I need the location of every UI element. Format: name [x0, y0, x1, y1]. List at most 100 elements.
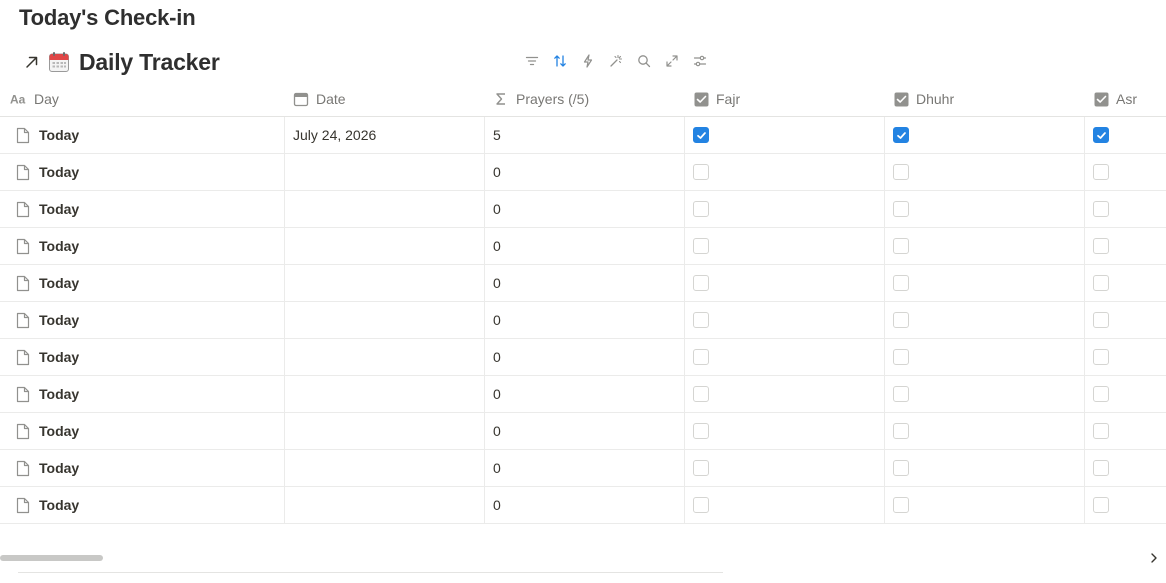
- table-row[interactable]: Today 0: [0, 487, 1166, 524]
- day-title[interactable]: Today: [39, 275, 79, 291]
- day-title[interactable]: Today: [39, 312, 79, 328]
- dhuhr-checkbox[interactable]: [893, 127, 909, 143]
- cell-day[interactable]: Today: [0, 191, 284, 227]
- asr-checkbox[interactable]: [1093, 238, 1109, 254]
- fajr-checkbox[interactable]: [693, 275, 709, 291]
- cell-day[interactable]: Today: [0, 487, 284, 523]
- horizontal-scrollbar[interactable]: [0, 555, 103, 561]
- asr-checkbox[interactable]: [1093, 497, 1109, 513]
- asr-checkbox[interactable]: [1093, 312, 1109, 328]
- cell-prayers: 0: [484, 339, 684, 375]
- table-row[interactable]: Today 0: [0, 191, 1166, 228]
- dhuhr-checkbox[interactable]: [893, 238, 909, 254]
- table-row[interactable]: Today July 24, 2026 5: [0, 117, 1166, 154]
- asr-checkbox[interactable]: [1093, 201, 1109, 217]
- table-row[interactable]: Today 0: [0, 265, 1166, 302]
- table-row[interactable]: Today 0: [0, 376, 1166, 413]
- date-value: July 24, 2026: [293, 127, 377, 143]
- column-header-fajr[interactable]: Fajr: [684, 82, 884, 116]
- cell-date[interactable]: [284, 228, 484, 264]
- fajr-checkbox[interactable]: [693, 423, 709, 439]
- cell-date[interactable]: [284, 154, 484, 190]
- fajr-checkbox[interactable]: [693, 201, 709, 217]
- day-title[interactable]: Today: [39, 164, 79, 180]
- table-row[interactable]: Today 0: [0, 413, 1166, 450]
- chevron-right-icon[interactable]: [1148, 551, 1160, 565]
- table-row[interactable]: Today 0: [0, 154, 1166, 191]
- dhuhr-checkbox[interactable]: [893, 275, 909, 291]
- dhuhr-checkbox[interactable]: [893, 386, 909, 402]
- filter-icon[interactable]: [518, 50, 546, 72]
- day-title[interactable]: Today: [39, 497, 79, 513]
- cell-date[interactable]: [284, 376, 484, 412]
- dhuhr-checkbox[interactable]: [893, 349, 909, 365]
- magic-wand-icon[interactable]: [602, 50, 630, 72]
- expand-icon[interactable]: [658, 50, 686, 72]
- day-title[interactable]: Today: [39, 386, 79, 402]
- cell-day[interactable]: Today: [0, 339, 284, 375]
- column-header-day[interactable]: Aa Day: [0, 82, 284, 116]
- cell-day[interactable]: Today: [0, 117, 284, 153]
- dhuhr-checkbox[interactable]: [893, 201, 909, 217]
- settings-sliders-icon[interactable]: [686, 50, 714, 72]
- fajr-checkbox[interactable]: [693, 386, 709, 402]
- cell-day[interactable]: Today: [0, 228, 284, 264]
- cell-date[interactable]: July 24, 2026: [284, 117, 484, 153]
- table-row[interactable]: Today 0: [0, 302, 1166, 339]
- fajr-checkbox[interactable]: [693, 349, 709, 365]
- day-title[interactable]: Today: [39, 127, 79, 143]
- column-header-asr[interactable]: Asr: [1084, 82, 1166, 116]
- cell-dhuhr: [884, 487, 1084, 523]
- automation-bolt-icon[interactable]: [574, 50, 602, 72]
- fajr-checkbox[interactable]: [693, 497, 709, 513]
- column-header-prayers[interactable]: Prayers (/5): [484, 82, 684, 116]
- asr-checkbox[interactable]: [1093, 386, 1109, 402]
- fajr-checkbox[interactable]: [693, 127, 709, 143]
- search-icon[interactable]: [630, 50, 658, 72]
- cell-date[interactable]: [284, 487, 484, 523]
- asr-checkbox[interactable]: [1093, 275, 1109, 291]
- cell-date[interactable]: [284, 191, 484, 227]
- sort-icon[interactable]: [546, 50, 574, 72]
- dhuhr-checkbox[interactable]: [893, 164, 909, 180]
- asr-checkbox[interactable]: [1093, 164, 1109, 180]
- cell-asr: [1084, 450, 1166, 486]
- column-header-date[interactable]: Date: [284, 82, 484, 116]
- dhuhr-checkbox[interactable]: [893, 423, 909, 439]
- day-title[interactable]: Today: [39, 460, 79, 476]
- day-title[interactable]: Today: [39, 423, 79, 439]
- cell-date[interactable]: [284, 302, 484, 338]
- cell-day[interactable]: Today: [0, 413, 284, 449]
- dhuhr-checkbox[interactable]: [893, 312, 909, 328]
- asr-checkbox[interactable]: [1093, 423, 1109, 439]
- dhuhr-checkbox[interactable]: [893, 497, 909, 513]
- cell-date[interactable]: [284, 339, 484, 375]
- page-icon: [14, 348, 32, 366]
- cell-dhuhr: [884, 339, 1084, 375]
- table-row[interactable]: Today 0: [0, 450, 1166, 487]
- fajr-checkbox[interactable]: [693, 238, 709, 254]
- cell-date[interactable]: [284, 413, 484, 449]
- cell-date[interactable]: [284, 265, 484, 301]
- arrow-up-right-icon[interactable]: [22, 52, 42, 72]
- cell-day[interactable]: Today: [0, 376, 284, 412]
- cell-day[interactable]: Today: [0, 265, 284, 301]
- column-header-dhuhr[interactable]: Dhuhr: [884, 82, 1084, 116]
- fajr-checkbox[interactable]: [693, 460, 709, 476]
- day-title[interactable]: Today: [39, 201, 79, 217]
- day-title[interactable]: Today: [39, 238, 79, 254]
- dhuhr-checkbox[interactable]: [893, 460, 909, 476]
- day-title[interactable]: Today: [39, 349, 79, 365]
- database-title[interactable]: Daily Tracker: [79, 49, 220, 76]
- cell-day[interactable]: Today: [0, 450, 284, 486]
- fajr-checkbox[interactable]: [693, 164, 709, 180]
- asr-checkbox[interactable]: [1093, 460, 1109, 476]
- asr-checkbox[interactable]: [1093, 349, 1109, 365]
- asr-checkbox[interactable]: [1093, 127, 1109, 143]
- fajr-checkbox[interactable]: [693, 312, 709, 328]
- cell-day[interactable]: Today: [0, 302, 284, 338]
- cell-date[interactable]: [284, 450, 484, 486]
- cell-day[interactable]: Today: [0, 154, 284, 190]
- table-row[interactable]: Today 0: [0, 228, 1166, 265]
- table-row[interactable]: Today 0: [0, 339, 1166, 376]
